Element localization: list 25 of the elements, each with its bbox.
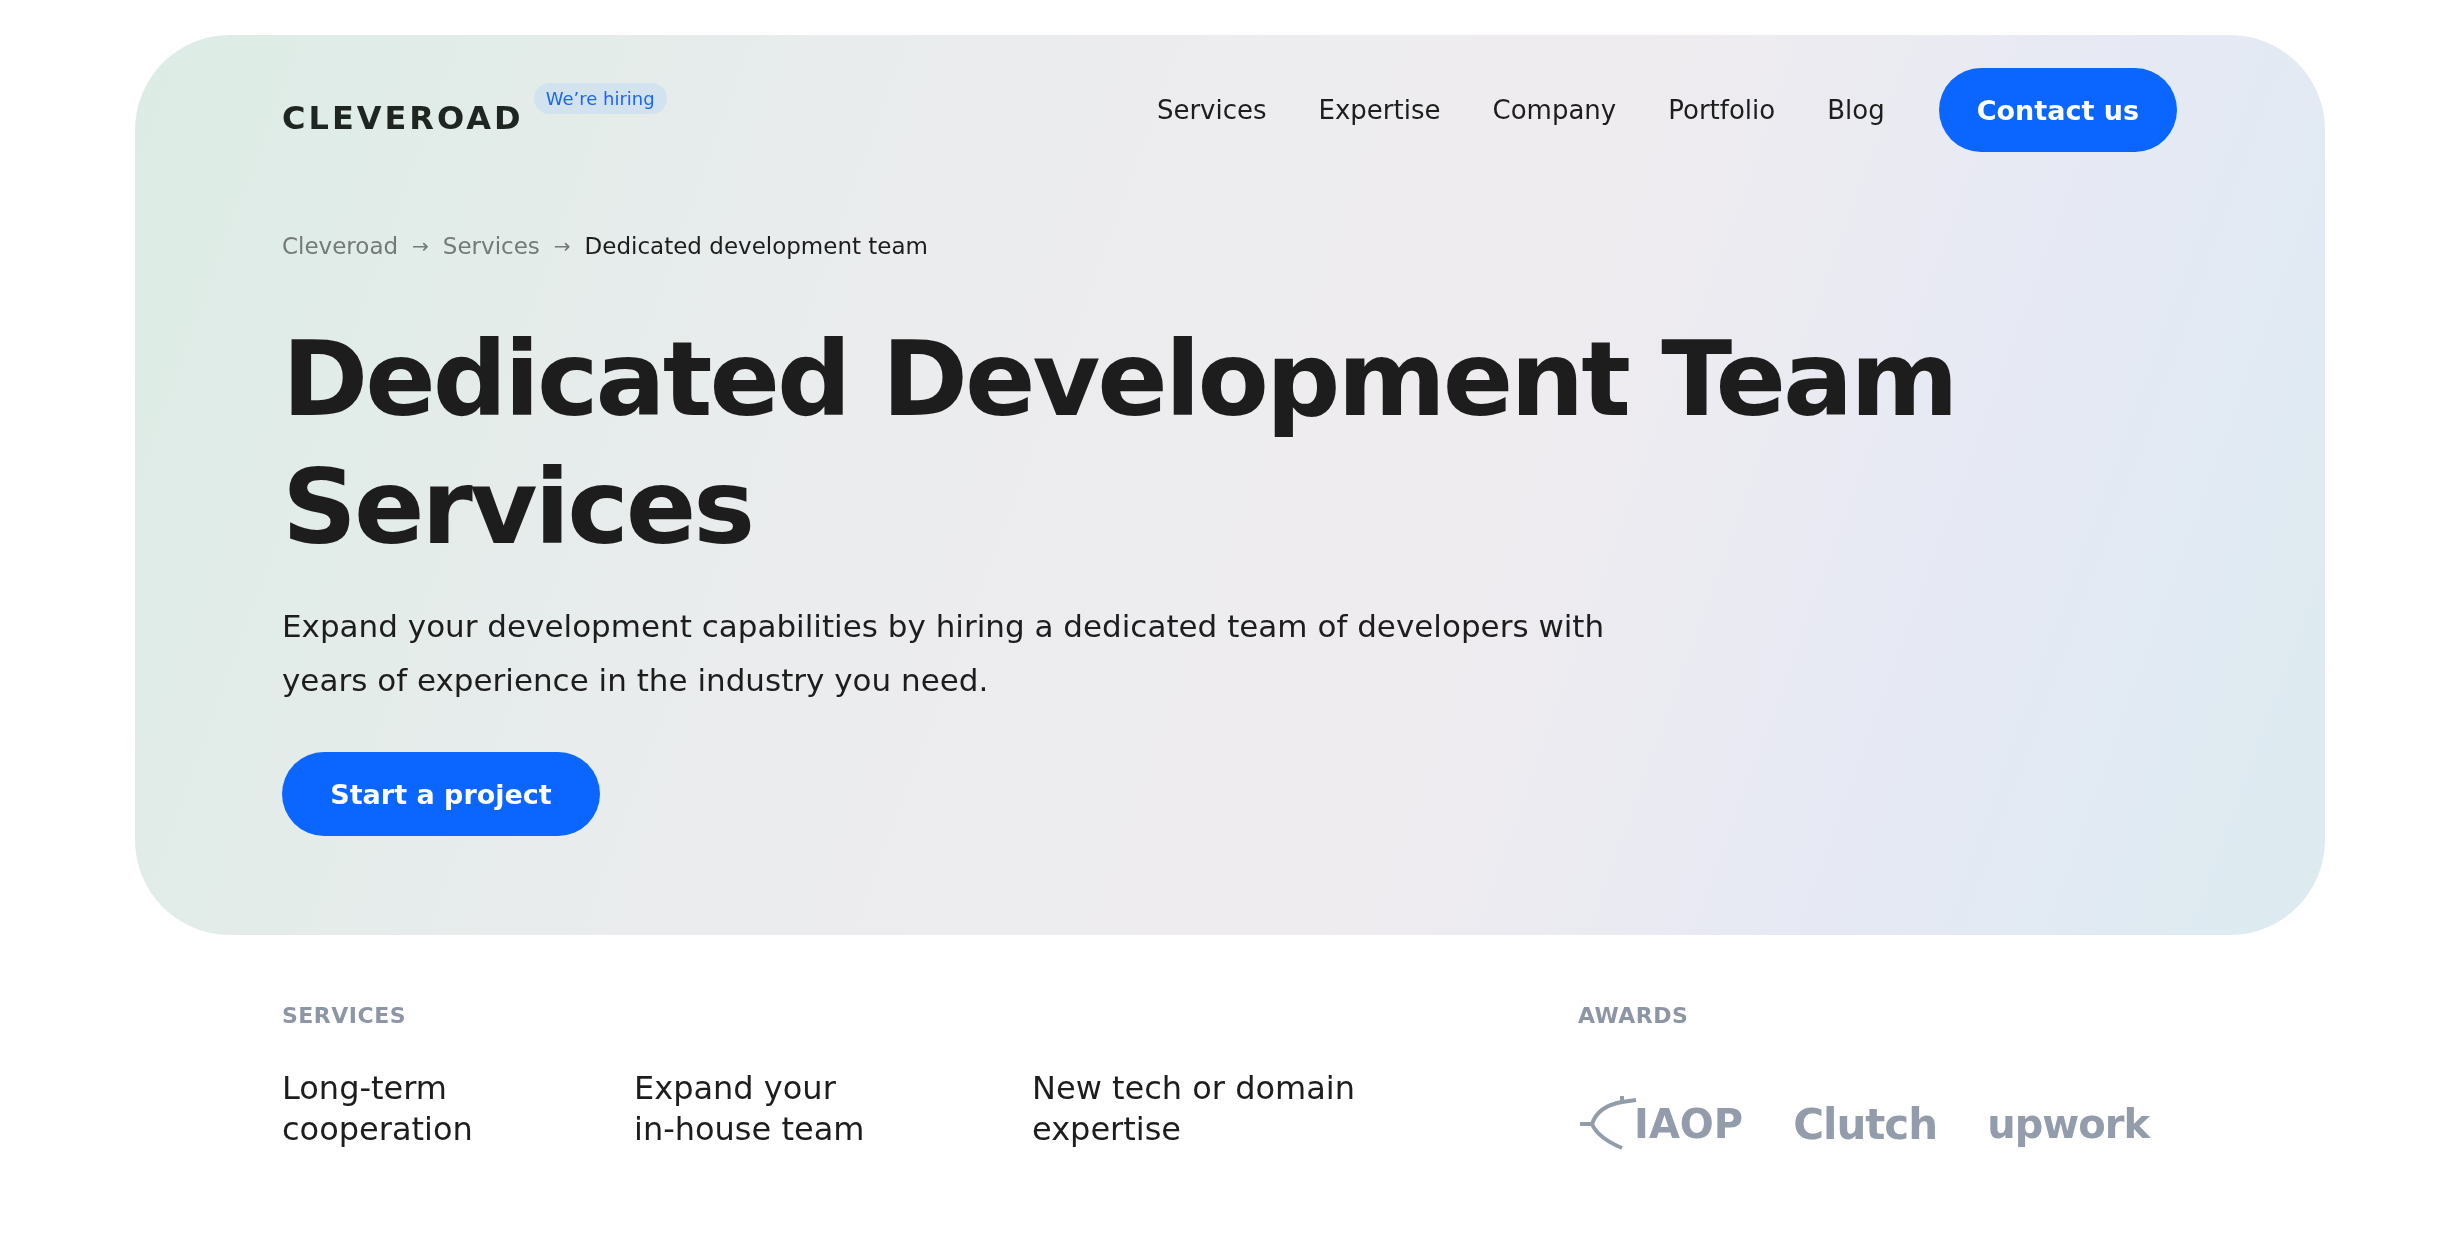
- arrow-icon: →: [412, 234, 429, 258]
- service-item[interactable]: Expand your in-house team: [634, 1068, 1032, 1150]
- arrow-icon: →: [553, 234, 571, 258]
- start-project-button[interactable]: Start a project: [282, 752, 600, 836]
- nav-link[interactable]: Expertise: [1318, 95, 1441, 125]
- breadcrumb-link[interactable]: Cleveroad: [282, 233, 399, 259]
- section-heading: SERVICES: [282, 1003, 408, 1028]
- breadcrumb-link[interactable]: Services: [442, 233, 540, 259]
- service-item[interactable]: New tech or domain expertise: [1032, 1068, 1355, 1150]
- page-title: Dedicated Development Team: [282, 317, 1956, 442]
- nav-link[interactable]: Company: [1492, 95, 1617, 125]
- nav-link[interactable]: Portfolio: [1668, 95, 1776, 125]
- current-page-label: Dedicated development team: [584, 233, 928, 259]
- hiring-badge[interactable]: We’re hiring: [533, 83, 667, 114]
- contact-button[interactable]: Contact us: [1938, 68, 2177, 152]
- award-logo: upwork: [1987, 1101, 2150, 1147]
- logo[interactable]: CLEVEROAD: [282, 99, 524, 137]
- nav-link[interactable]: Services: [1156, 95, 1267, 125]
- page-title: Services: [282, 445, 753, 570]
- nav-link[interactable]: Blog: [1827, 95, 1885, 125]
- section-heading: AWARDS: [1578, 1003, 1690, 1028]
- award-logo: Clutch: [1793, 1099, 1938, 1149]
- award-logo: IAOP: [1578, 1094, 1744, 1154]
- hero-description: Expand your development capabilities by hiring a dedicated team of developers with years of experience in the industry you need.: [282, 607, 1606, 700]
- service-item[interactable]: Long-term cooperation: [282, 1068, 634, 1150]
